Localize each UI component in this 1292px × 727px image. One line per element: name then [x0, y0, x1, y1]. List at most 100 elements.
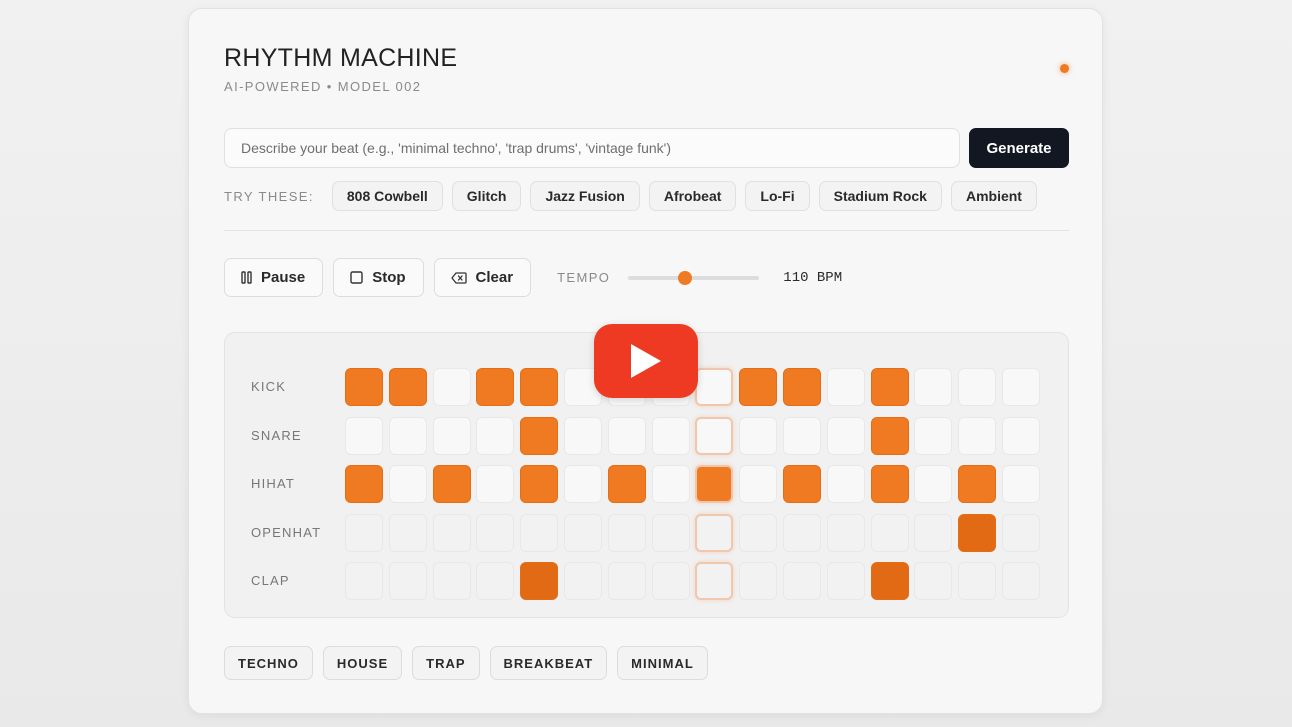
step-cell[interactable] — [826, 513, 865, 552]
step-cell[interactable] — [914, 513, 953, 552]
step-cell[interactable] — [783, 562, 821, 600]
step-cell[interactable] — [958, 368, 997, 406]
step-cell[interactable] — [870, 562, 909, 600]
suggestion-chip[interactable]: Ambient — [950, 181, 1037, 211]
track-label-hihat: HIHAT — [251, 476, 296, 491]
step-cell[interactable] — [388, 368, 427, 406]
step-cell[interactable] — [607, 513, 646, 552]
step-cell[interactable] — [695, 465, 734, 503]
stop-button[interactable]: Stop — [333, 258, 424, 297]
step-cell[interactable] — [564, 562, 602, 600]
step-cell[interactable] — [695, 562, 734, 600]
clear-button[interactable]: Clear — [433, 258, 532, 297]
step-cell[interactable] — [783, 416, 821, 455]
backspace-icon — [450, 271, 467, 284]
preset-button[interactable]: TECHNO — [224, 646, 313, 680]
generate-button[interactable]: Generate — [969, 128, 1069, 168]
step-cell[interactable] — [914, 465, 953, 503]
suggestion-chip[interactable]: Glitch — [451, 181, 522, 211]
step-cell[interactable] — [870, 513, 909, 552]
step-cell[interactable] — [432, 513, 471, 552]
step-cell[interactable] — [388, 465, 427, 503]
step-cell[interactable] — [388, 513, 427, 552]
step-cell[interactable] — [520, 562, 559, 600]
step-cell[interactable] — [958, 416, 997, 455]
step-cell[interactable] — [1002, 513, 1040, 552]
step-cell[interactable] — [345, 465, 383, 503]
step-cell[interactable] — [783, 368, 821, 406]
step-cell[interactable] — [345, 368, 383, 406]
step-cell[interactable] — [345, 513, 383, 552]
step-cell[interactable] — [564, 416, 602, 455]
youtube-play-button[interactable] — [594, 324, 698, 398]
step-cell[interactable] — [388, 562, 427, 600]
step-cell[interactable] — [388, 416, 427, 455]
step-cell[interactable] — [432, 465, 471, 503]
step-cell[interactable] — [826, 465, 865, 503]
step-cell[interactable] — [695, 368, 734, 406]
step-cell[interactable] — [739, 562, 778, 600]
step-cell[interactable] — [739, 368, 778, 406]
step-cell[interactable] — [432, 368, 471, 406]
suggestion-chip[interactable]: 808 Cowbell — [331, 181, 443, 211]
suggestion-chip[interactable]: Stadium Rock — [818, 181, 942, 211]
step-cell[interactable] — [564, 513, 602, 552]
preset-button[interactable]: MINIMAL — [617, 646, 708, 680]
step-cell[interactable] — [564, 465, 602, 503]
step-cell[interactable] — [958, 465, 997, 503]
step-cell[interactable] — [607, 465, 646, 503]
step-cell[interactable] — [695, 416, 734, 455]
step-cell[interactable] — [520, 416, 559, 455]
step-cell[interactable] — [345, 562, 383, 600]
step-cell[interactable] — [870, 368, 909, 406]
step-cell[interactable] — [870, 465, 909, 503]
step-cell[interactable] — [651, 465, 690, 503]
step-cell[interactable] — [607, 416, 646, 455]
beat-prompt-input[interactable] — [224, 128, 960, 168]
tempo-slider[interactable] — [628, 270, 760, 285]
suggestion-chip[interactable]: Lo-Fi — [745, 181, 810, 211]
step-cell[interactable] — [651, 513, 690, 552]
step-cell[interactable] — [1002, 368, 1040, 406]
step-cell[interactable] — [826, 562, 865, 600]
step-cell[interactable] — [1002, 465, 1040, 503]
step-cell[interactable] — [345, 416, 383, 455]
step-cell[interactable] — [826, 368, 865, 406]
preset-button[interactable]: BREAKBEAT — [489, 646, 608, 680]
step-cell[interactable] — [826, 416, 865, 455]
step-cell[interactable] — [783, 513, 821, 552]
step-cell[interactable] — [432, 416, 471, 455]
step-cell[interactable] — [958, 513, 997, 552]
step-cell[interactable] — [870, 416, 909, 455]
suggestion-chip[interactable]: Afrobeat — [648, 181, 737, 211]
preset-button[interactable]: HOUSE — [322, 646, 403, 680]
step-cell[interactable] — [914, 562, 953, 600]
step-cell[interactable] — [607, 562, 646, 600]
step-cell[interactable] — [739, 416, 778, 455]
step-cell[interactable] — [520, 513, 559, 552]
step-cell[interactable] — [651, 416, 690, 455]
tempo-slider-thumb[interactable] — [677, 270, 692, 285]
step-cell[interactable] — [520, 465, 559, 503]
step-cell[interactable] — [783, 465, 821, 503]
step-cell[interactable] — [1002, 416, 1040, 455]
step-cell[interactable] — [520, 368, 559, 406]
step-cell[interactable] — [914, 416, 953, 455]
step-cell[interactable] — [958, 562, 997, 600]
step-cell[interactable] — [739, 513, 778, 552]
step-cell[interactable] — [476, 368, 515, 406]
suggestion-chip[interactable]: Jazz Fusion — [530, 181, 640, 211]
youtube-play-icon — [631, 344, 661, 378]
step-cell[interactable] — [739, 465, 778, 503]
step-cell[interactable] — [432, 562, 471, 600]
step-cell[interactable] — [914, 368, 953, 406]
step-cell[interactable] — [1002, 562, 1040, 600]
step-cell[interactable] — [651, 562, 690, 600]
preset-button[interactable]: TRAP — [412, 646, 480, 680]
step-cell[interactable] — [695, 513, 734, 552]
pause-button[interactable]: Pause — [224, 258, 324, 297]
step-cell[interactable] — [476, 416, 515, 455]
step-cell[interactable] — [476, 513, 515, 552]
step-cell[interactable] — [476, 465, 515, 503]
step-cell[interactable] — [476, 562, 515, 600]
